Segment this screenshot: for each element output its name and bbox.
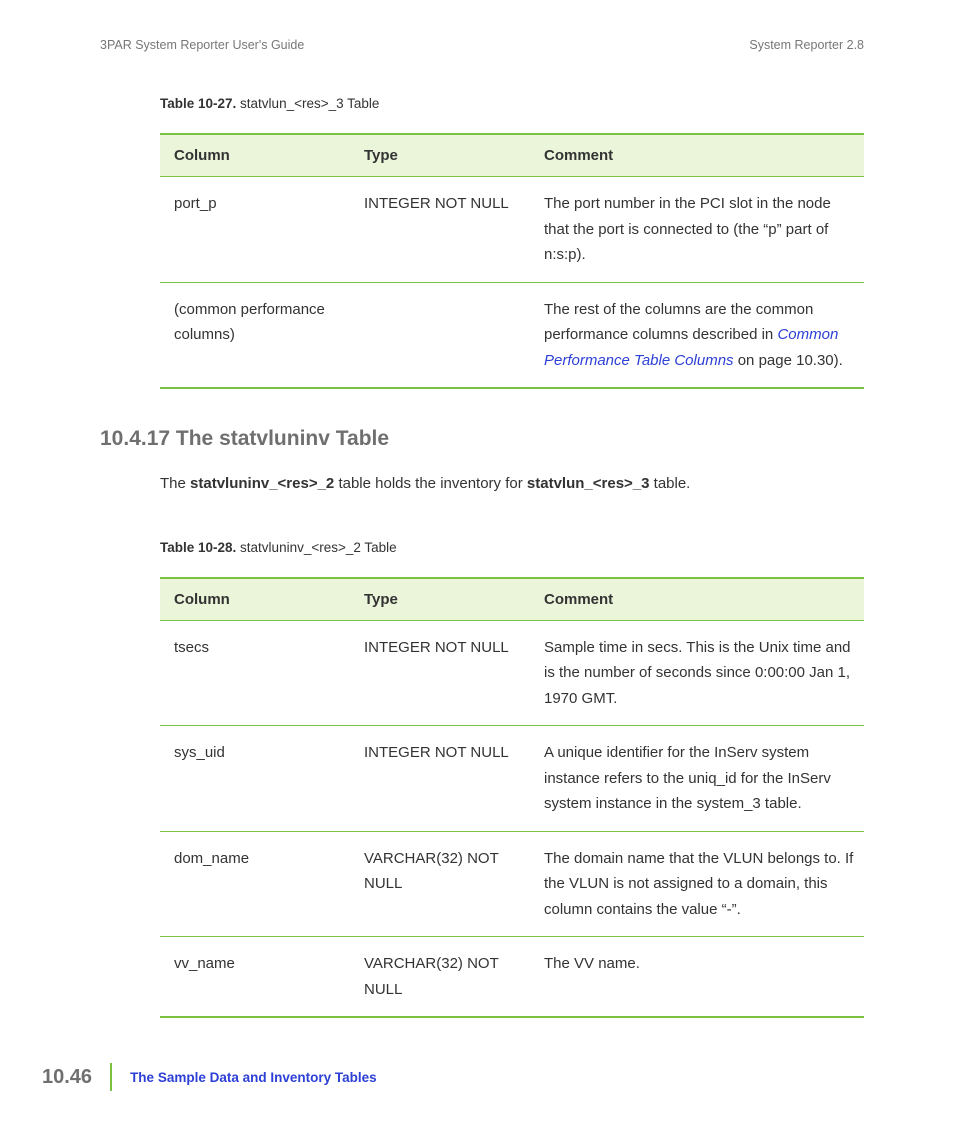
cell-type	[350, 282, 530, 388]
cell-comment: The rest of the columns are the common p…	[530, 282, 864, 388]
cell-column: vv_name	[160, 937, 350, 1018]
cell-type: VARCHAR(32) NOT NULL	[350, 831, 530, 937]
text: table.	[649, 475, 690, 492]
table-27-caption-label: Table 10-27.	[160, 96, 236, 111]
table-row: port_p INTEGER NOT NULL The port number …	[160, 177, 864, 283]
page-header: 3PAR System Reporter User's Guide System…	[100, 38, 864, 52]
text: on page 10.30).	[734, 352, 843, 369]
th-type: Type	[350, 134, 530, 177]
text: The	[160, 475, 190, 492]
cell-comment: A unique identifier for the InServ syste…	[530, 726, 864, 832]
cell-type: INTEGER NOT NULL	[350, 726, 530, 832]
table-28-caption-text: statvluninv_<res>_2 Table	[236, 540, 396, 555]
header-left: 3PAR System Reporter User's Guide	[100, 38, 304, 52]
cell-type: VARCHAR(32) NOT NULL	[350, 937, 530, 1018]
cell-type: INTEGER NOT NULL	[350, 620, 530, 726]
cell-comment: Sample time in secs. This is the Unix ti…	[530, 620, 864, 726]
cell-column: dom_name	[160, 831, 350, 937]
table-row: vv_name VARCHAR(32) NOT NULL The VV name…	[160, 937, 864, 1018]
section-heading: 10.4.17 The statvluninv Table	[100, 427, 864, 451]
page-number: 10.46	[42, 1063, 112, 1091]
table-row: (common performance columns) The rest of…	[160, 282, 864, 388]
text: The rest of the columns are the common p…	[544, 301, 813, 344]
cell-column: sys_uid	[160, 726, 350, 832]
cell-column: port_p	[160, 177, 350, 283]
cell-type: INTEGER NOT NULL	[350, 177, 530, 283]
table-header-row: Column Type Comment	[160, 134, 864, 177]
table-header-row: Column Type Comment	[160, 578, 864, 621]
cell-comment: The VV name.	[530, 937, 864, 1018]
cell-column: (common performance columns)	[160, 282, 350, 388]
table-28: Column Type Comment tsecs INTEGER NOT NU…	[160, 577, 864, 1019]
text-bold: statvluninv_<res>_2	[190, 475, 334, 492]
table-row: dom_name VARCHAR(32) NOT NULL The domain…	[160, 831, 864, 937]
table-27-caption-text: statvlun_<res>_3 Table	[236, 96, 379, 111]
page-footer: 10.46 The Sample Data and Inventory Tabl…	[42, 1063, 377, 1091]
section-intro: The statvluninv_<res>_2 table holds the …	[160, 473, 864, 496]
table-row: sys_uid INTEGER NOT NULL A unique identi…	[160, 726, 864, 832]
cell-comment: The domain name that the VLUN belongs to…	[530, 831, 864, 937]
th-comment: Comment	[530, 134, 864, 177]
cell-column: tsecs	[160, 620, 350, 726]
th-comment: Comment	[530, 578, 864, 621]
th-type: Type	[350, 578, 530, 621]
table-27: Column Type Comment port_p INTEGER NOT N…	[160, 133, 864, 389]
text: table holds the inventory for	[334, 475, 527, 492]
footer-section-link[interactable]: The Sample Data and Inventory Tables	[112, 1070, 377, 1085]
table-row: tsecs INTEGER NOT NULL Sample time in se…	[160, 620, 864, 726]
text-bold: statvlun_<res>_3	[527, 475, 650, 492]
cell-comment: The port number in the PCI slot in the n…	[530, 177, 864, 283]
th-column: Column	[160, 134, 350, 177]
header-right: System Reporter 2.8	[749, 38, 864, 52]
table-28-caption: Table 10-28. statvluninv_<res>_2 Table	[160, 540, 864, 555]
table-28-caption-label: Table 10-28.	[160, 540, 236, 555]
th-column: Column	[160, 578, 350, 621]
table-27-caption: Table 10-27. statvlun_<res>_3 Table	[160, 96, 864, 111]
